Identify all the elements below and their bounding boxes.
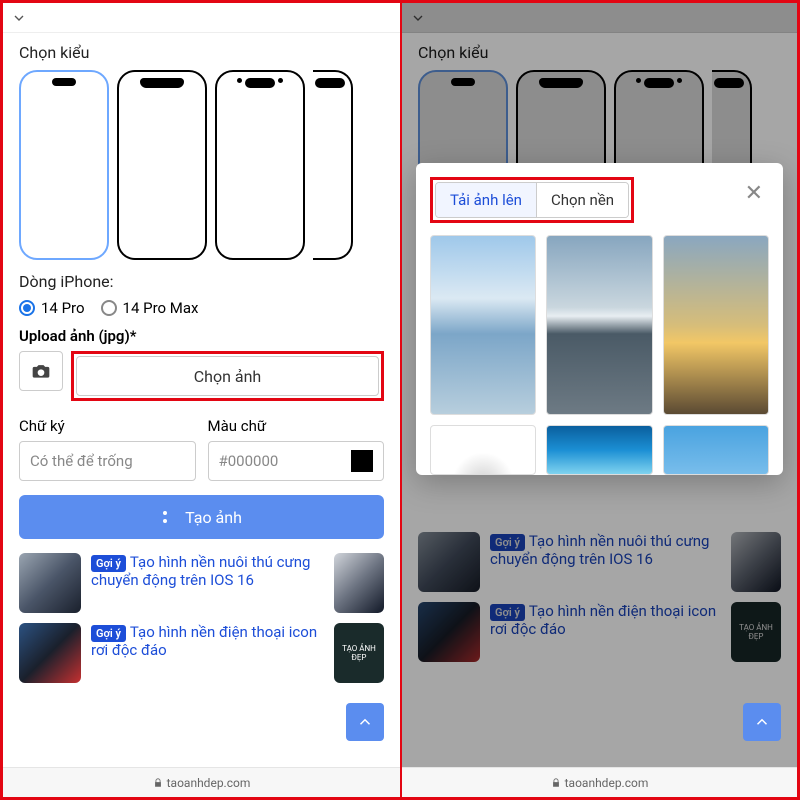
bg-option[interactable] (663, 235, 769, 415)
color-input[interactable]: #000000 (208, 441, 385, 481)
style-option-2[interactable] (117, 70, 207, 260)
modal-tabs: Tải ảnh lên Chọn nền (435, 182, 629, 218)
style-option-3[interactable] (215, 70, 305, 260)
style-option-4[interactable] (313, 70, 353, 260)
color-swatch (351, 450, 373, 472)
suggestion-thumb-right (334, 553, 384, 613)
scroll-top-button[interactable] (743, 703, 781, 741)
camera-button[interactable] (19, 351, 63, 391)
style-option-1[interactable] (19, 70, 109, 260)
radio-14pro[interactable]: 14 Pro (19, 299, 85, 317)
placeholder-text: Có thể để trống (30, 452, 133, 470)
phone-line-radios: 14 Pro 14 Pro Max (19, 299, 384, 317)
create-image-button[interactable]: Tạo ảnh (19, 495, 384, 539)
signature-label: Chữ ký (19, 417, 196, 435)
suggestion-list: Gợi ýTạo hình nền nuôi thú cưng chuyển đ… (19, 553, 384, 683)
suggestion-thumb-right: TẠO ẢNH ĐẸP (334, 623, 384, 683)
scroll-top-button[interactable] (346, 703, 384, 741)
camera-icon (31, 361, 51, 381)
suggestion-badge: Gợi ý (91, 625, 126, 642)
suggestion-item[interactable]: Gợi ýTạo hình nền nuôi thú cưng chuyển đ… (19, 553, 384, 613)
left-pane: Chọn kiểu Dòng iPhone: 14 Pro 14 Pro Max… (3, 3, 400, 797)
bg-option[interactable] (430, 425, 536, 475)
bg-option[interactable] (546, 235, 652, 415)
suggestion-thumb (19, 623, 81, 683)
chevron-up-icon (753, 713, 771, 731)
lock-icon (153, 778, 163, 788)
phone-line-label: Dòng iPhone: (19, 272, 384, 291)
tab-upload[interactable]: Tải ảnh lên (436, 183, 536, 217)
bg-option[interactable] (546, 425, 652, 475)
radio-dot-icon (101, 300, 117, 316)
chevron-up-icon (356, 713, 374, 731)
color-value-text: #000000 (219, 452, 279, 470)
radio-label: 14 Pro (41, 299, 85, 317)
signature-input[interactable]: Có thể để trống (19, 441, 196, 481)
footer-domain: taoanhdep.com (3, 767, 400, 797)
tabs-highlight: Tải ảnh lên Chọn nền (430, 177, 634, 223)
footer-domain: taoanhdep.com (402, 767, 797, 797)
radio-label: 14 Pro Max (123, 299, 199, 317)
right-pane: Chọn kiểu Gợi ýTạo hình nền nuôi thú cưn… (400, 3, 797, 797)
suggestion-item[interactable]: Gợi ýTạo hình nền điện thoại icon rơi độ… (19, 623, 384, 683)
suggestion-thumb (19, 553, 81, 613)
chevron-down-icon[interactable] (11, 10, 27, 26)
background-grid-row2 (430, 425, 769, 475)
scissors-icon (161, 509, 177, 525)
image-picker-modal: Tải ảnh lên Chọn nền ✕ (416, 163, 783, 475)
button-label: Tạo ảnh (185, 508, 242, 527)
choose-image-button[interactable]: Chọn ảnh (76, 356, 379, 396)
close-icon[interactable]: ✕ (739, 177, 769, 210)
style-picker (19, 70, 384, 260)
topbar (3, 3, 400, 33)
background-grid (430, 235, 769, 415)
upload-label: Upload ảnh (jpg)* (19, 327, 384, 345)
tab-choose-bg[interactable]: Chọn nền (536, 183, 628, 217)
radio-dot-icon (19, 300, 35, 316)
lock-icon (551, 778, 561, 788)
bg-option[interactable] (663, 425, 769, 475)
radio-14promax[interactable]: 14 Pro Max (101, 299, 199, 317)
color-label: Màu chữ (208, 417, 385, 435)
suggestion-badge: Gợi ý (91, 555, 126, 572)
style-label: Chọn kiểu (19, 43, 384, 62)
bg-option[interactable] (430, 235, 536, 415)
